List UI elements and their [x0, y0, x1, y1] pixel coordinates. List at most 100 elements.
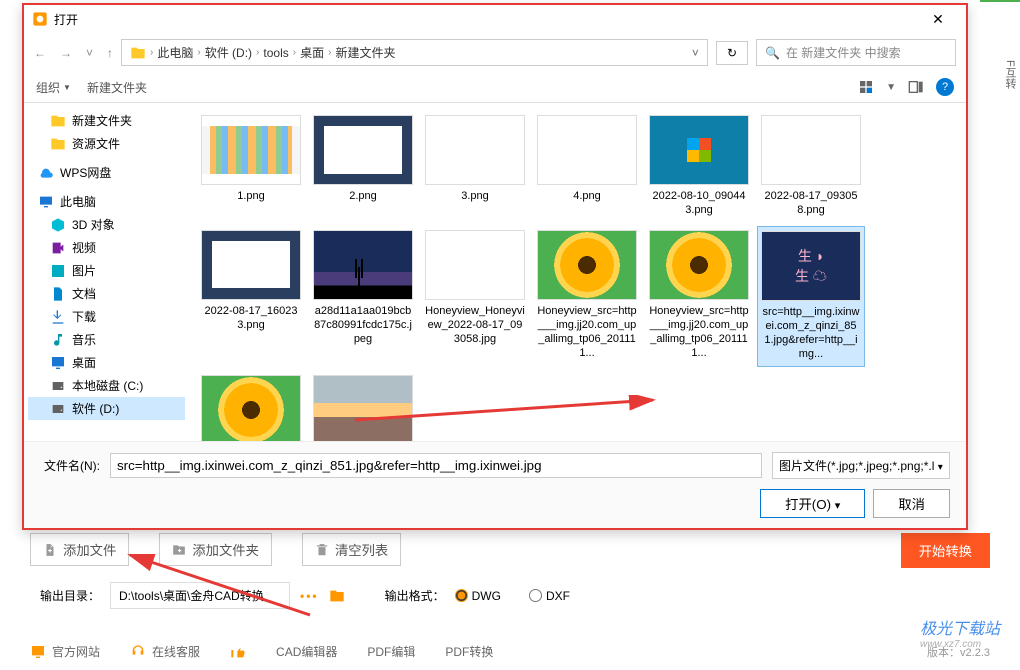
file-thumbnail: [649, 230, 749, 300]
footer-cad-editor[interactable]: CAD编辑器: [276, 643, 337, 660]
preview-pane-icon[interactable]: [908, 79, 924, 95]
bc-drive[interactable]: 软件 (D:): [205, 44, 252, 61]
sidebar-item-文档[interactable]: 文档: [28, 282, 185, 305]
help-icon[interactable]: ?: [936, 78, 954, 96]
footer-pdf-edit[interactable]: PDF编辑: [367, 643, 415, 660]
file-thumbnail: [425, 115, 525, 185]
file-name-label: 2022-08-17_160233.png: [201, 304, 301, 333]
footer-pdf-convert[interactable]: PDF转换: [445, 643, 493, 660]
bc-tools[interactable]: tools: [263, 46, 288, 60]
bc-folder[interactable]: 新建文件夹: [335, 44, 395, 61]
file-item[interactable]: 2022-08-17_093058.png: [757, 111, 865, 222]
open-folder-icon[interactable]: [329, 588, 345, 604]
cancel-button[interactable]: 取消: [873, 489, 950, 518]
sidebar-item-本地磁盘 (C:)[interactable]: 本地磁盘 (C:): [28, 374, 185, 397]
file-name-label: 2022-08-10_090443.png: [649, 189, 749, 218]
file-thumbnail: [313, 115, 413, 185]
view-mode-icon[interactable]: [858, 79, 874, 95]
file-name-label: src=http__img.ixinwei.com_z_qinzi_851.jp…: [762, 305, 860, 362]
file-item[interactable]: 4.png: [533, 111, 641, 222]
nav-up-icon[interactable]: ↑: [107, 46, 113, 60]
dialog-footer: 文件名(N): 图片文件(*.jpg;*.jpeg;*.png;*.l ▾ 打开…: [24, 441, 966, 528]
file-thumbnail: [201, 115, 301, 185]
search-placeholder: 在 新建文件夹 中搜索: [786, 44, 901, 61]
file-item[interactable]: 生 ◗生 ☁src=http__img.ixinwei.com_z_qinzi_…: [757, 226, 865, 367]
cloud-icon: [38, 165, 54, 181]
sidebar-item-下载[interactable]: 下载: [28, 305, 185, 328]
footer-recommend[interactable]: [230, 644, 246, 660]
organize-menu[interactable]: 组织 ▼: [36, 79, 71, 96]
folder-plus-icon: [172, 543, 186, 557]
file-thumbnail: [649, 115, 749, 185]
nav-back-icon[interactable]: ←: [34, 46, 46, 60]
trash-icon: [315, 543, 329, 557]
sidebar-item-软件 (D:)[interactable]: 软件 (D:): [28, 397, 185, 420]
breadcrumb[interactable]: › 此电脑› 软件 (D:)› tools› 桌面› 新建文件夹 ˅: [121, 39, 708, 66]
more-dots-icon[interactable]: •••: [300, 589, 319, 603]
breadcrumb-dropdown-icon[interactable]: ˅: [692, 46, 699, 60]
sidebar: 新建文件夹资源文件 WPS网盘此电脑3D 对象视频图片文档下载音乐桌面本地磁盘 (…: [24, 103, 189, 441]
filename-input[interactable]: [110, 453, 762, 478]
sidebar-item-此电脑[interactable]: 此电脑: [28, 190, 185, 213]
file-item[interactable]: Honeyview_src=http___img.jj20.com_up_all…: [533, 226, 641, 367]
bc-pc[interactable]: 此电脑: [157, 44, 193, 61]
sidebar-item-音乐[interactable]: 音乐: [28, 328, 185, 351]
file-thumbnail: [201, 375, 301, 441]
sidebar-item-图片[interactable]: 图片: [28, 259, 185, 282]
start-convert-button[interactable]: 开始转换: [901, 533, 990, 568]
footer-service[interactable]: 在线客服: [130, 643, 200, 660]
file-item[interactable]: 2022-08-10_090443.png: [645, 111, 753, 222]
file-item[interactable]: src=http__img.jj20.com_up_allimg_tp06_20…: [197, 371, 305, 441]
file-thumbnail: [201, 230, 301, 300]
refresh-button[interactable]: ↻: [716, 41, 748, 65]
file-item[interactable]: 1.png: [197, 111, 305, 222]
file-thumbnail: [537, 230, 637, 300]
bc-desktop[interactable]: 桌面: [300, 44, 324, 61]
nav-forward-icon[interactable]: →: [60, 46, 72, 60]
file-item[interactable]: src=http__img1.doubanio.com_view_note_l_…: [309, 371, 417, 441]
output-format-label: 输出格式：: [385, 587, 445, 604]
folder-icon: [130, 45, 146, 61]
file-name-label: 4.png: [573, 189, 601, 203]
add-folder-button[interactable]: 添加文件夹: [159, 533, 272, 566]
right-edge-decoration: [980, 0, 1020, 2]
output-path-field[interactable]: D:\tools\桌面\金舟CAD转换: [110, 582, 290, 609]
file-plus-icon: [43, 543, 57, 557]
file-name-label: 1.png: [237, 189, 265, 203]
sidebar-item-WPS网盘[interactable]: WPS网盘: [28, 161, 185, 184]
sidebar-item-资源文件[interactable]: 资源文件: [28, 132, 185, 155]
file-item[interactable]: 2.png: [309, 111, 417, 222]
file-thumbnail: 生 ◗生 ☁: [761, 231, 861, 301]
file-name-label: Honeyview_src=http___img.jj20.com_up_all…: [537, 304, 637, 361]
open-button[interactable]: 打开(O) ▾: [760, 489, 865, 518]
filetype-select[interactable]: 图片文件(*.jpg;*.jpeg;*.png;*.l ▾: [772, 452, 950, 479]
new-folder-menu[interactable]: 新建文件夹: [87, 79, 147, 96]
file-item[interactable]: 2022-08-17_160233.png: [197, 226, 305, 367]
nav-recent-icon[interactable]: ˅: [86, 46, 93, 60]
file-list-area[interactable]: 1.png 2.png3.png 4.png 2022-08-10_090443.pn…: [189, 103, 966, 441]
sidebar-item-桌面[interactable]: 桌面: [28, 351, 185, 374]
dialog-toolbar: 组织 ▼ 新建文件夹 ▼ ?: [24, 72, 966, 103]
sidebar-item-视频[interactable]: 视频: [28, 236, 185, 259]
footer-website[interactable]: 官方网站: [30, 643, 100, 660]
file-item[interactable]: 3.png: [421, 111, 529, 222]
close-button[interactable]: ✕: [918, 11, 958, 28]
format-dwg-radio[interactable]: DWG: [455, 589, 501, 603]
file-item[interactable]: a28d11a1aa019bcb87c80991fcdc175c.jpeg: [309, 226, 417, 367]
sidebar-item-3D 对象[interactable]: 3D 对象: [28, 213, 185, 236]
format-dxf-radio[interactable]: DXF: [529, 589, 570, 603]
clear-list-button[interactable]: 清空列表: [302, 533, 401, 566]
file-thumbnail: [425, 230, 525, 300]
search-icon: 🔍: [765, 46, 780, 60]
folder-icon: [50, 136, 66, 152]
file-item[interactable]: Honeyview_src=http___img.jj20.com_up_all…: [645, 226, 753, 367]
file-thumbnail: [313, 230, 413, 300]
file-item[interactable]: Honeyview_Honeyview_2022-08-17_093058.jp…: [421, 226, 529, 367]
app-icon: [32, 11, 48, 27]
picture-icon: [50, 263, 66, 279]
headset-icon: [130, 644, 146, 660]
sidebar-item-新建文件夹[interactable]: 新建文件夹: [28, 109, 185, 132]
add-file-button[interactable]: 添加文件: [30, 533, 129, 566]
search-input[interactable]: 🔍 在 新建文件夹 中搜索: [756, 39, 956, 66]
right-side-text: F互转: [1002, 60, 1018, 89]
